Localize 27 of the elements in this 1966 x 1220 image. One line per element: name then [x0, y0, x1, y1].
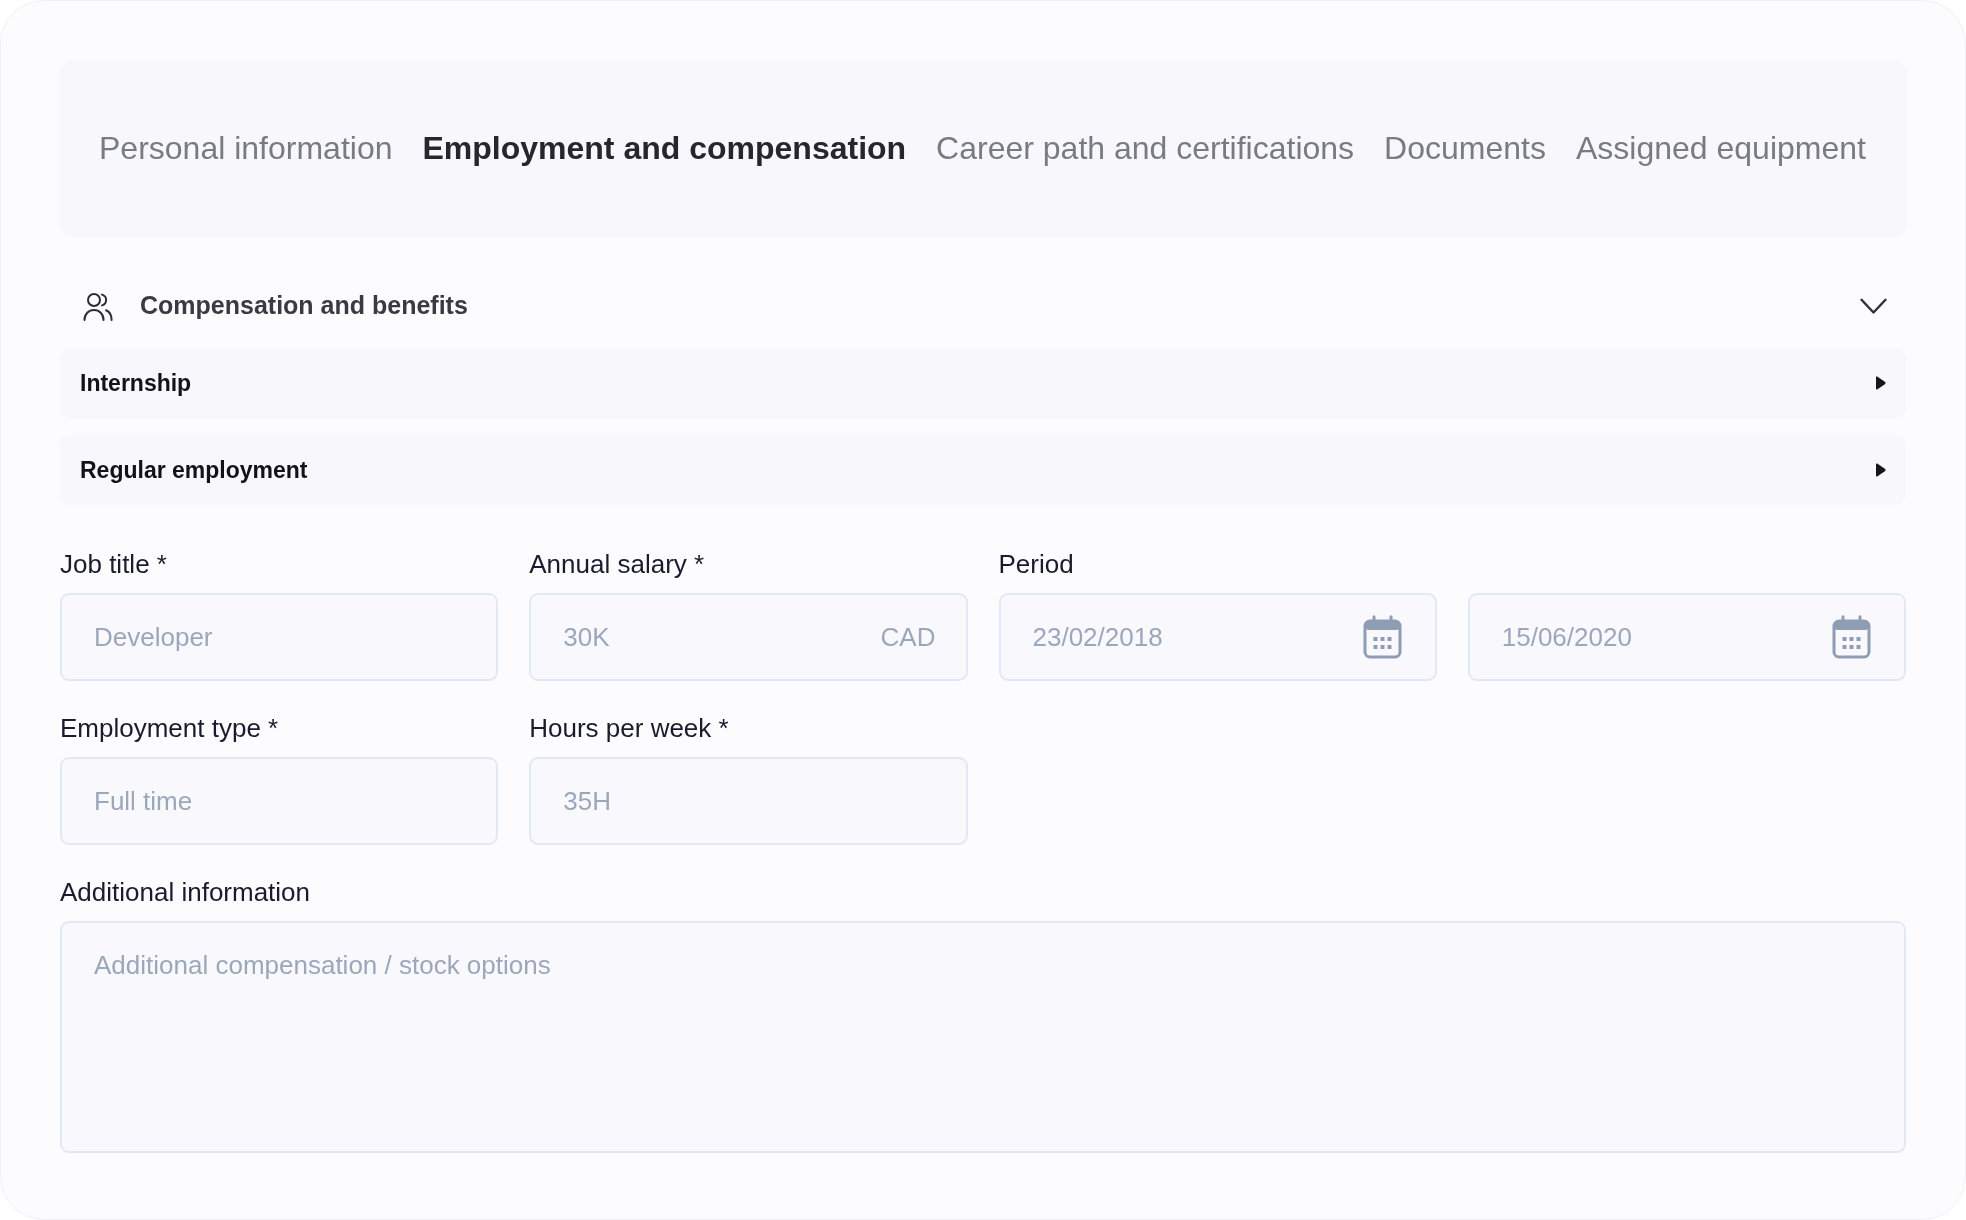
accordion-row[interactable]: Regular employment: [60, 435, 1906, 505]
users-icon: [83, 291, 113, 321]
currency-suffix: CAD: [880, 622, 936, 652]
accordion-row[interactable]: Internship: [60, 348, 1906, 418]
field-label: Hours per week *: [529, 713, 729, 743]
tab[interactable]: Assigned equipment: [1575, 128, 1866, 168]
tab[interactable]: Documents: [1384, 128, 1546, 168]
text-field[interactable]: 35H: [529, 757, 968, 845]
tab[interactable]: Employment and compensation: [422, 128, 907, 168]
date-field[interactable]: 15/06/2020: [1467, 593, 1906, 681]
tab[interactable]: Personal information: [99, 128, 393, 168]
text-field[interactable]: Developer: [60, 593, 499, 681]
calendar-icon[interactable]: [1832, 615, 1871, 659]
text-area[interactable]: Additional compensation / stock options: [60, 921, 1906, 1153]
chevron-down-icon[interactable]: [1860, 297, 1887, 315]
section-title: Compensation and benefits: [140, 290, 468, 322]
caret-right-icon[interactable]: [1876, 376, 1886, 390]
date-field[interactable]: 23/02/2018: [998, 593, 1437, 681]
caret-right-icon[interactable]: [1876, 463, 1886, 477]
field-label: Period: [998, 549, 1074, 579]
field-label: Additional information: [60, 877, 311, 907]
field-label: Employment type *: [60, 713, 279, 743]
calendar-icon[interactable]: [1362, 615, 1402, 659]
field-label: Annual salary *: [529, 549, 705, 579]
tab[interactable]: Career path and certifications: [936, 128, 1355, 168]
text-field[interactable]: Full time: [60, 757, 499, 845]
field-label: Job title *: [60, 549, 167, 579]
